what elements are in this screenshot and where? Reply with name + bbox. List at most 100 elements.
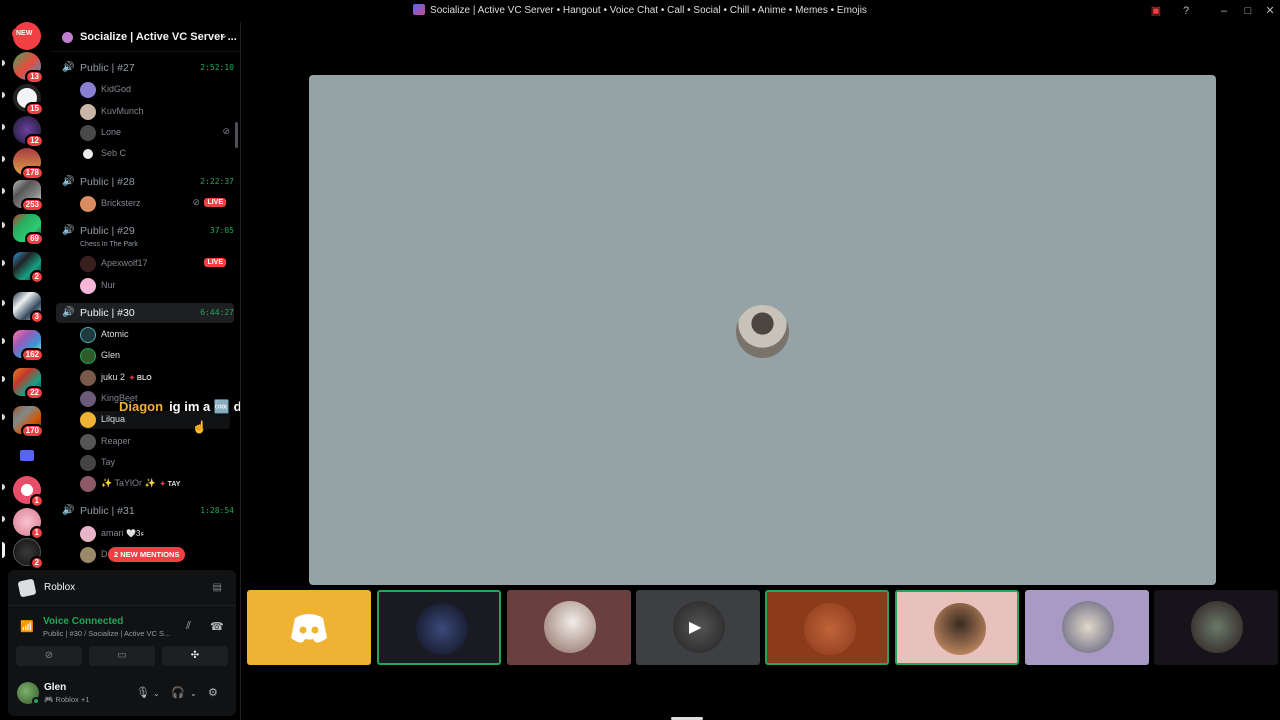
server-header[interactable]: Socialize | Active VC Server ... ⌄	[52, 22, 240, 52]
live-badge: LIVE	[204, 258, 226, 267]
server-icon[interactable]: 15	[13, 84, 44, 116]
channel-status: Chess In The Park	[80, 241, 138, 248]
voice-user[interactable]: Apexwolf17 LIVE	[80, 255, 230, 273]
channel-name: Public | #28	[80, 176, 135, 188]
server-folder-icon[interactable]: 2	[13, 252, 44, 284]
avatar	[80, 547, 96, 563]
voice-user[interactable]: Bricksterz ⊘ LIVE	[80, 195, 230, 213]
minimize-button[interactable]: –	[1216, 3, 1232, 19]
server-folder-icon[interactable]: 162	[13, 330, 44, 362]
participant-tile-speaking[interactable]	[765, 590, 889, 665]
server-icon[interactable]: 12	[13, 116, 44, 148]
avatar	[80, 104, 96, 120]
voice-user[interactable]: Nur	[80, 277, 230, 295]
headphones-icon[interactable]: 🎧	[171, 686, 185, 699]
avatar	[80, 327, 96, 343]
voice-user[interactable]: Lone ⊘	[80, 124, 230, 142]
voice-channel[interactable]: 🔊 Public | #31 1:28:54	[56, 501, 234, 521]
server-folder-icon[interactable]: 253	[13, 180, 44, 212]
server-name: Socialize | Active VC Server ...	[80, 31, 237, 43]
unread-pill	[2, 376, 5, 382]
help-icon[interactable]: ?	[1178, 3, 1194, 19]
camera-off-button[interactable]: ⊘	[16, 646, 82, 666]
server-rail: NEW 13 15 12 178 253 69 2 3 162 22 170 1…	[0, 22, 52, 570]
username: KuvMunch	[101, 106, 144, 116]
selected-pill	[2, 542, 5, 558]
new-mentions-button[interactable]: 2 NEW MENTIONS	[108, 547, 186, 562]
scrollbar[interactable]	[235, 122, 238, 148]
participant-tile[interactable]	[507, 590, 631, 665]
live-badge: LIVE	[204, 198, 226, 207]
voice-user[interactable]: amari 🤍ء3	[80, 525, 230, 543]
voice-status[interactable]: Voice Connected	[43, 616, 123, 627]
server-folder-icon[interactable]: 3	[13, 292, 44, 324]
participant-tile[interactable]	[1025, 590, 1149, 665]
folder-icon[interactable]	[17, 446, 37, 466]
inbox-icon[interactable]: ▣	[1148, 3, 1164, 19]
server-icon[interactable]: 13	[13, 52, 44, 84]
screen-share-button[interactable]: ▭	[89, 646, 155, 666]
server-icon[interactable]: 1	[13, 476, 44, 508]
participant-tile[interactable]	[1154, 590, 1278, 665]
username: Apexwolf17	[101, 258, 148, 268]
avatar	[80, 391, 96, 407]
badge: 2	[29, 270, 44, 284]
server-tag: BLO	[129, 374, 152, 382]
voice-channel[interactable]: 🔊 Public | #28 2:22:37	[56, 172, 234, 192]
maximize-button[interactable]: □	[1240, 3, 1256, 19]
server-folder-icon[interactable]: 22	[13, 368, 44, 400]
chevron-down-icon[interactable]: ⌄	[153, 689, 160, 698]
badge: 13	[25, 70, 44, 84]
voice-user[interactable]: Tay	[80, 454, 230, 472]
activity-options-icon[interactable]: ▤	[213, 582, 222, 593]
disconnect-icon[interactable]: ☎	[210, 620, 224, 633]
channel-name: Public | #31	[80, 505, 135, 517]
gear-icon[interactable]: ⚙	[208, 686, 218, 699]
noise-suppression-icon[interactable]: ⫽	[186, 620, 191, 633]
voice-user[interactable]: Glen	[80, 347, 230, 365]
voice-user[interactable]: juku 2BLO	[80, 369, 230, 387]
voice-user[interactable]: Atomic	[80, 326, 230, 344]
channel-name: Public | #27	[80, 62, 135, 74]
avatar	[80, 455, 96, 471]
participant-tile-speaking[interactable]	[895, 590, 1019, 665]
voice-channel[interactable]: 🔊 Public | #29 37:05	[56, 221, 234, 241]
voice-user[interactable]: Reaper	[80, 433, 230, 451]
voice-location[interactable]: Public | #30 / Socialize | Active VC S..…	[43, 629, 170, 638]
avatar	[80, 82, 96, 98]
voice-user[interactable]: KuvMunch	[80, 103, 230, 121]
activities-button[interactable]: ✣	[162, 646, 228, 666]
speaker-icon: 🔊	[62, 62, 75, 73]
unread-pill	[2, 92, 5, 98]
current-user-status: 🎮 Roblox +1	[44, 695, 90, 704]
deafened-icon: ⊘	[192, 197, 200, 207]
chevron-down-icon[interactable]: ⌄	[190, 689, 197, 698]
username-text: amari	[101, 528, 124, 538]
voice-user[interactable]: Seb C	[80, 145, 230, 163]
participant-tile[interactable]	[247, 590, 371, 665]
avatar	[80, 256, 96, 272]
current-user-name[interactable]: Glen	[44, 682, 66, 693]
server-icon[interactable]: 1	[13, 508, 44, 540]
speaker-icon: 🔊	[62, 176, 75, 187]
badge: 69	[25, 232, 44, 246]
participant-tile-speaking[interactable]	[377, 590, 501, 665]
activity-row[interactable]: Roblox ▤	[8, 570, 236, 606]
voice-user[interactable]: KidGod	[80, 81, 230, 99]
voice-user[interactable]: ✨ TaYlOr ✨ TAY	[80, 475, 230, 493]
username: Lilqua	[101, 414, 126, 424]
server-folder-icon[interactable]: 170	[13, 406, 44, 438]
voice-channel-active[interactable]: 🔊 Public | #30 6:44:27	[56, 303, 234, 323]
username-text: juku 2	[101, 372, 126, 382]
server-icon-socialize[interactable]: 2	[13, 538, 44, 570]
focused-participant-tile[interactable]	[309, 75, 1216, 585]
server-folder-icon[interactable]: 69	[13, 214, 44, 246]
badge: 253	[20, 198, 44, 212]
close-button[interactable]: ✕	[1262, 3, 1278, 19]
user-panel: Roblox ▤ 📶 Voice Connected Public | #30 …	[8, 570, 236, 716]
avatar	[80, 196, 96, 212]
participant-tile[interactable]: ▶	[636, 590, 760, 665]
microphone-icon[interactable]: 🎙	[136, 686, 150, 699]
server-icon[interactable]: 178	[13, 148, 44, 180]
voice-channel[interactable]: 🔊 Public | #27 2:52:10	[56, 58, 234, 78]
